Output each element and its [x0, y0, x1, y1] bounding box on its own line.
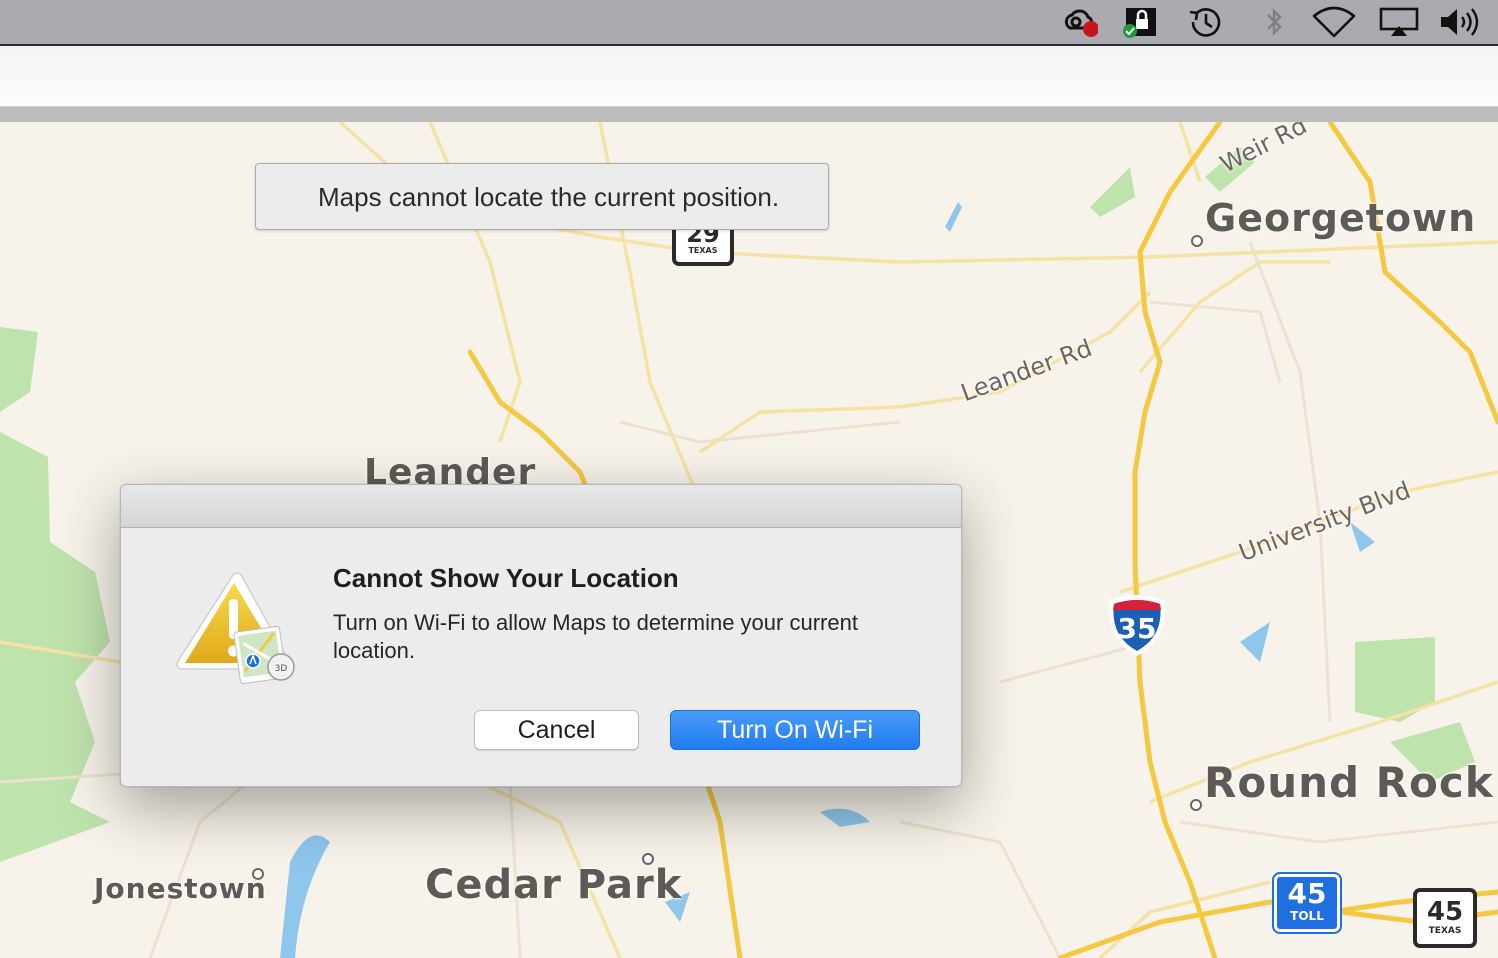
creative-cloud-sync-icon[interactable] — [1062, 6, 1099, 38]
wifi-icon[interactable] — [1312, 6, 1356, 38]
shield-number: 35 — [1117, 612, 1157, 645]
shield-toll-label: TOLL — [1277, 909, 1337, 923]
warning-maps-icon: 3D — [171, 569, 301, 689]
volume-icon[interactable] — [1438, 6, 1484, 38]
banner-message: Maps cannot locate the current position. — [318, 182, 780, 212]
highway-shield-tx45: 45 TEXAS — [1413, 888, 1477, 948]
shield-number: 45 — [1287, 877, 1327, 910]
place-label-round-rock: Round Rock — [1204, 758, 1494, 807]
highway-shield-toll45: 45 TOLL — [1272, 872, 1342, 934]
turn-on-wifi-button[interactable]: Turn On Wi-Fi — [670, 710, 920, 750]
dialog-message: Turn on Wi-Fi to allow Maps to determine… — [333, 610, 858, 663]
bluetooth-icon[interactable] — [1256, 6, 1292, 38]
warning-triangle-icon: 3D — [176, 572, 295, 685]
time-machine-icon[interactable] — [1187, 6, 1223, 38]
shield-number: 45 — [1426, 897, 1464, 927]
toolbar-divider — [0, 107, 1498, 123]
shield-state: TEXAS — [688, 246, 718, 255]
place-label-georgetown: Georgetown — [1205, 196, 1477, 240]
vpn-lock-icon[interactable] — [1122, 6, 1158, 38]
icon-badge-label: 3D — [275, 664, 288, 674]
location-error-banner: Maps cannot locate the current position. — [255, 163, 829, 230]
interstate-shield-i35: 35 — [1106, 594, 1168, 658]
place-label-jonestown: Jonestown — [94, 872, 267, 905]
location-alert-dialog: 3D Cannot Show Your Location Turn on Wi-… — [120, 484, 962, 787]
place-label-cedar-park: Cedar Park — [425, 862, 683, 908]
shield-state: TEXAS — [1428, 926, 1462, 936]
airplay-icon[interactable] — [1378, 6, 1420, 38]
dialog-titlebar[interactable] — [121, 485, 961, 528]
menu-bar — [0, 0, 1498, 46]
cancel-button[interactable]: Cancel — [474, 710, 639, 750]
dialog-title: Cannot Show Your Location — [333, 563, 679, 593]
window-toolbar — [0, 46, 1498, 107]
